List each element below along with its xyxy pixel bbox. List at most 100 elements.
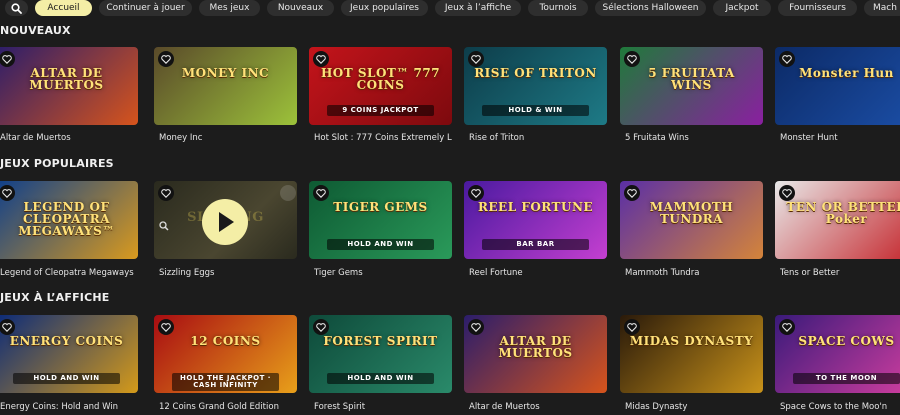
game-title[interactable]: Mammoth Tundra (625, 268, 763, 278)
game-title[interactable]: Forest Spirit (314, 402, 452, 412)
heart-icon (161, 189, 171, 198)
game-tile-5-fruitata-wins[interactable]: 5 FRUITATA WINS (620, 47, 763, 125)
game-logo: 5 FRUITATA WINS (648, 66, 735, 92)
game-logo: ENERGY COINS (9, 334, 124, 348)
game-tile-tens-or-better[interactable]: TEN OR BETTER Poker (775, 181, 900, 259)
nav-tab-jeux-populaires[interactable]: Jeux populaires (341, 0, 428, 16)
game-tile-energy-coins-hold-and-win[interactable]: ENERGY COINS HOLD AND WIN (0, 315, 138, 393)
favorite-button[interactable] (468, 185, 484, 201)
nav-tab-mes-jeux[interactable]: Mes jeux (199, 0, 260, 16)
favorite-button[interactable] (779, 51, 795, 67)
nav-tab-continuer[interactable]: Continuer à jouer (99, 0, 192, 16)
heart-icon (627, 323, 637, 332)
favorite-button[interactable] (468, 319, 484, 335)
game-title[interactable]: Energy Coins: Hold and Win (0, 402, 138, 412)
more-options-button[interactable] (280, 185, 296, 201)
favorite-button[interactable] (313, 51, 329, 67)
favorite-button[interactable] (0, 51, 15, 67)
game-tile-space-cows-to-the-moo-n[interactable]: SPACE COWS TO THE MOON (775, 315, 900, 393)
favorite-button[interactable] (779, 185, 795, 201)
search-button[interactable] (5, 0, 28, 16)
nav-tab-jackpot[interactable]: Jackpot (713, 0, 771, 16)
game-tile-12-coins-grand-gold-edition[interactable]: 12 COINS HOLD THE JACKPOT · CASH INFINITY (154, 315, 297, 393)
game-tile-sizzling-eggs[interactable]: SIZZLING (154, 181, 297, 259)
heart-icon (161, 323, 171, 332)
favorite-button[interactable] (624, 185, 640, 201)
game-tile-altar-de-muertos[interactable]: ALTAR DE MUERTOS (464, 315, 607, 393)
heart-icon (316, 323, 326, 332)
nav-tab-fournisseurs[interactable]: Fournisseurs (778, 0, 857, 16)
game-tile-rise-of-triton[interactable]: RISE OF TRITON HOLD & WIN (464, 47, 607, 125)
game-tile-midas-dynasty[interactable]: MIDAS DYNASTY (620, 315, 763, 393)
favorite-button[interactable] (624, 319, 640, 335)
game-logo: SPACE COWS (798, 334, 895, 348)
game-logo: ALTAR DE MUERTOS (29, 66, 104, 92)
heart-icon (782, 189, 792, 198)
game-tile-legend-of-cleopatra-megaways[interactable]: LEGEND OF CLEOPATRA MEGAWAYS™ (0, 181, 138, 259)
game-title[interactable]: 5 Fruitata Wins (625, 133, 763, 143)
game-title[interactable]: Rise of Triton (469, 133, 607, 143)
game-tile-tiger-gems[interactable]: TIGER GEMS HOLD AND WIN (309, 181, 452, 259)
game-title[interactable]: Money Inc (159, 133, 297, 143)
category-nav: Accueil Continuer à jouer Mes jeux Nouve… (0, 0, 900, 16)
nav-tab-selections-halloween[interactable]: Sélections Halloween (595, 0, 706, 16)
game-title[interactable]: Sizzling Eggs (159, 268, 297, 278)
game-badge: TO THE MOON (793, 373, 900, 384)
game-logo: LEGEND OF CLEOPATRA MEGAWAYS™ (18, 200, 115, 238)
favorite-button[interactable] (313, 185, 329, 201)
game-title[interactable]: Hot Slot : 777 Coins Extremely Lig... (314, 133, 452, 143)
game-logo: ALTAR DE MUERTOS (498, 334, 573, 360)
section-title-jeux-affiche: JEUX À L’AFFICHE (0, 291, 110, 304)
game-tile-mammoth-tundra[interactable]: MAMMOTH TUNDRA (620, 181, 763, 259)
nav-tab-accueil[interactable]: Accueil (35, 0, 92, 16)
heart-icon (2, 323, 12, 332)
favorite-button[interactable] (158, 185, 174, 201)
nav-tab-jeux-affiche[interactable]: Jeux à l’affiche (435, 0, 521, 16)
game-badge: HOLD AND WIN (327, 373, 434, 384)
nav-tab-machines[interactable]: Mach (864, 0, 900, 16)
game-title[interactable]: Reel Fortune (469, 268, 607, 278)
game-title[interactable]: Space Cows to the Moo'n (780, 402, 900, 412)
favorite-button[interactable] (468, 51, 484, 67)
game-tile-reel-fortune[interactable]: REEL FORTUNE BAR BAR (464, 181, 607, 259)
game-logo: 12 COINS (190, 334, 261, 348)
nav-tab-tournois[interactable]: Tournois (528, 0, 588, 16)
game-badge: HOLD AND WIN (13, 373, 120, 384)
favorite-button[interactable] (624, 51, 640, 67)
game-title[interactable]: Tiger Gems (314, 268, 452, 278)
favorite-button[interactable] (779, 319, 795, 335)
favorite-button[interactable] (313, 319, 329, 335)
favorite-button[interactable] (158, 51, 174, 67)
play-icon (219, 212, 234, 232)
heart-icon (471, 323, 481, 332)
game-title[interactable]: Altar de Muertos (469, 402, 607, 412)
game-tile-altar-de-muertos[interactable]: ALTAR DE MUERTOS (0, 47, 138, 125)
game-logo: MAMMOTH TUNDRA (649, 200, 734, 226)
favorite-button[interactable] (0, 319, 15, 335)
game-title[interactable]: Tens or Better (780, 268, 900, 278)
game-title[interactable]: 12 Coins Grand Gold Edition (159, 402, 297, 412)
game-title[interactable]: Monster Hunt (780, 133, 900, 143)
game-title[interactable]: Altar de Muertos (0, 133, 138, 143)
game-tile-monster-hunt[interactable]: Monster Hun (775, 47, 900, 125)
info-search-icon[interactable] (159, 221, 169, 231)
game-title[interactable]: Midas Dynasty (625, 402, 763, 412)
favorite-button[interactable] (158, 319, 174, 335)
game-tile-hot-slot-777-coins-extremely-lig[interactable]: HOT SLOT™ 777 COINS 9 COINS JACKPOT (309, 47, 452, 125)
nav-tab-nouveaux[interactable]: Nouveaux (267, 0, 334, 16)
game-logo: MIDAS DYNASTY (629, 334, 754, 348)
game-tile-money-inc[interactable]: MONEY INC (154, 47, 297, 125)
section-title-nouveaux: NOUVEAUX (0, 24, 71, 37)
heart-icon (627, 55, 637, 64)
play-button[interactable] (202, 199, 248, 245)
heart-icon (161, 55, 171, 64)
game-tile-forest-spirit[interactable]: FOREST SPIRIT HOLD AND WIN (309, 315, 452, 393)
game-badge: HOLD AND WIN (327, 239, 434, 250)
game-logo: MONEY INC (181, 66, 270, 80)
game-logo: REEL FORTUNE (477, 200, 594, 214)
favorite-button[interactable] (0, 185, 15, 201)
heart-icon (471, 55, 481, 64)
heart-icon (316, 55, 326, 64)
game-title[interactable]: Legend of Cleopatra Megaways (0, 268, 138, 278)
heart-icon (782, 55, 792, 64)
